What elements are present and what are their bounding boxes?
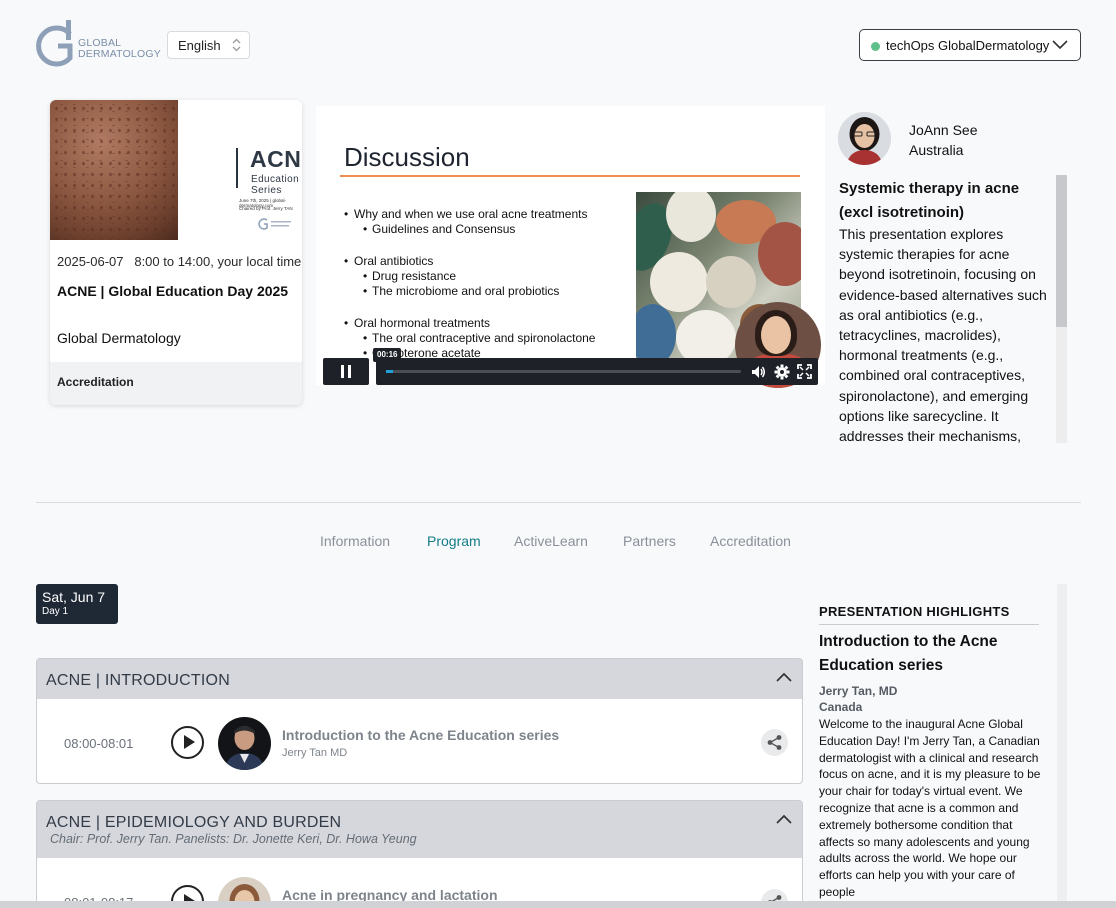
accreditation-link[interactable]: Accreditation bbox=[50, 362, 302, 405]
day-label: Day 1 bbox=[42, 606, 69, 617]
talk-time: 08:00-08:01 bbox=[64, 736, 134, 751]
session-title: ACNE | INTRODUCTION bbox=[46, 672, 230, 689]
slide-bullet: The microbiome and oral probiotics bbox=[344, 284, 595, 299]
video-controls[interactable] bbox=[376, 358, 818, 385]
session-title: ACNE | EPIDEMIOLOGY AND BURDEN bbox=[46, 814, 342, 831]
tab-partners[interactable]: Partners bbox=[623, 533, 676, 549]
share-button[interactable] bbox=[761, 729, 788, 756]
slide-bullet: Oral hormonal treatments bbox=[344, 316, 595, 331]
gear-icon[interactable] bbox=[774, 364, 790, 380]
talk-speaker: Jerry Tan MD bbox=[282, 747, 348, 759]
banner-chair: Chaired by Prof. Jerry TAN bbox=[239, 206, 293, 211]
logo-mark-icon bbox=[36, 20, 73, 67]
tab-accreditation[interactable]: Accreditation bbox=[710, 533, 791, 549]
pause-button[interactable] bbox=[323, 358, 369, 385]
share-icon bbox=[767, 735, 782, 750]
user-name: techOps GlobalDermatology bbox=[886, 38, 1050, 53]
highlights-scrollbar[interactable] bbox=[1057, 584, 1067, 908]
event-organizer: Global Dermatology bbox=[57, 330, 181, 346]
volume-icon[interactable] bbox=[750, 364, 766, 380]
tab-activelearn[interactable]: ActiveLearn bbox=[514, 533, 588, 549]
event-card[interactable]: ACNE Education Series June 7th, 2025 | g… bbox=[50, 100, 302, 405]
speaker-country: Australia bbox=[909, 142, 964, 158]
tab-program[interactable]: Program bbox=[427, 533, 481, 549]
play-talk-button[interactable] bbox=[171, 726, 204, 759]
time-tooltip: 00:16 bbox=[373, 348, 402, 362]
play-icon bbox=[184, 735, 195, 749]
tab-information[interactable]: Information bbox=[320, 533, 390, 549]
chevron-up-icon[interactable] bbox=[776, 814, 792, 824]
slide-heading: Discussion bbox=[344, 142, 470, 172]
highlights-title: Introduction to the Acne Education serie… bbox=[819, 633, 998, 674]
highlights-country: Canada bbox=[819, 700, 863, 714]
banner-logo-icon bbox=[258, 218, 291, 230]
highlights-speaker: Jerry Tan, MD bbox=[819, 684, 898, 698]
slide-bullets: Why and when we use oral acne treatments… bbox=[344, 207, 595, 361]
slide-bullet: Why and when we use oral acne treatments bbox=[344, 207, 595, 222]
slide-bullet: Guidelines and Consensus bbox=[344, 222, 595, 237]
progress-track[interactable] bbox=[386, 370, 741, 373]
online-status-dot bbox=[871, 42, 880, 51]
talk-speaker-photo bbox=[218, 717, 271, 770]
user-menu-dropdown[interactable]: techOps GlobalDermatology bbox=[859, 29, 1081, 61]
fullscreen-icon[interactable] bbox=[797, 364, 812, 379]
global-dermatology-logo[interactable]: GLOBAL DERMATOLOGY bbox=[36, 20, 162, 70]
session-header[interactable]: ACNE | INTRODUCTION bbox=[37, 659, 802, 699]
event-banner: ACNE Education Series June 7th, 2025 | g… bbox=[50, 100, 302, 240]
slide-bullet: Drug resistance bbox=[344, 269, 595, 284]
highlights-text: Welcome to the inaugural Acne Global Edu… bbox=[819, 717, 1041, 899]
session-header[interactable]: ACNE | EPIDEMIOLOGY AND BURDEN Chair: Pr… bbox=[37, 801, 802, 858]
slide-bullet: The oral contraceptive and spironolacton… bbox=[344, 331, 595, 346]
updown-icon bbox=[232, 38, 241, 52]
talk-title-link[interactable]: Introduction to the Acne Education serie… bbox=[282, 727, 559, 743]
chevron-up-icon[interactable] bbox=[776, 672, 792, 682]
banner-subtitle: Education Series bbox=[251, 174, 300, 196]
day-date: Sat, Jun 7 bbox=[42, 589, 106, 605]
description-scrollbar[interactable] bbox=[1056, 175, 1067, 443]
highlights-heading: PRESENTATION HIGHLIGHTS bbox=[819, 604, 1039, 625]
talk-title: Systemic therapy in acne (excl isotretin… bbox=[839, 180, 1020, 221]
day-selector[interactable]: Sat, Jun 7 Day 1 bbox=[36, 584, 118, 624]
chevron-down-icon bbox=[1052, 40, 1068, 50]
horizontal-scrollbar[interactable] bbox=[0, 901, 1116, 908]
speaker-avatar bbox=[838, 112, 891, 165]
session-epidemiology: ACNE | EPIDEMIOLOGY AND BURDEN Chair: Pr… bbox=[36, 800, 803, 908]
progress-fill bbox=[386, 370, 394, 373]
session-introduction: ACNE | INTRODUCTION 08:00-08:01 Introduc… bbox=[36, 658, 803, 784]
logo-text: GLOBAL DERMATOLOGY bbox=[78, 37, 161, 60]
language-select[interactable]: English bbox=[167, 31, 250, 59]
slide-bullet: Oral antibiotics bbox=[344, 254, 595, 269]
scrollbar-thumb[interactable] bbox=[1056, 175, 1067, 327]
speaker-name: JoAnn See bbox=[909, 122, 978, 138]
event-title[interactable]: ACNE | Global Education Day 2025 bbox=[57, 283, 288, 299]
banner-title: ACNE bbox=[250, 146, 302, 172]
event-date-time: 2025-06-07 8:00 to 14:00, your local tim… bbox=[57, 254, 302, 269]
session-chair: Chair: Prof. Jerry Tan. Panelists: Dr. J… bbox=[50, 832, 417, 846]
talk-description: This presentation explores systemic ther… bbox=[839, 226, 1047, 443]
language-value: English bbox=[178, 38, 221, 53]
